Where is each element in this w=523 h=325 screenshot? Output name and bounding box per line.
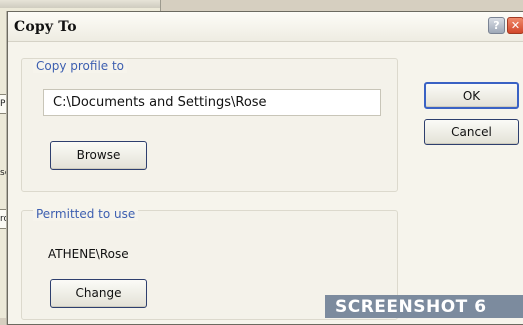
cancel-button[interactable]: Cancel	[424, 119, 519, 145]
browse-button[interactable]: Browse	[50, 141, 147, 170]
close-button[interactable]: ✕	[507, 17, 523, 34]
destination-path-field[interactable]: C:\Documents and Settings\Rose	[43, 89, 381, 116]
copy-profile-group	[21, 58, 398, 192]
copy-profile-label: Copy profile to	[33, 59, 128, 73]
ok-button[interactable]: OK	[424, 82, 519, 109]
dialog-titlebar[interactable]: Copy To ? ✕	[8, 12, 523, 42]
help-button[interactable]: ?	[488, 17, 505, 34]
change-button[interactable]: Change	[50, 279, 147, 308]
dialog-title: Copy To	[14, 19, 77, 35]
background-titlebar	[0, 0, 160, 8]
permitted-to-use-label: Permitted to use	[33, 207, 139, 221]
copy-to-dialog: Copy To ? ✕ Copy profile to C:\Documents…	[7, 11, 523, 325]
permitted-user-value: ATHENE\Rose	[48, 247, 129, 261]
screenshot-caption: SCREENSHOT 6	[325, 295, 523, 318]
